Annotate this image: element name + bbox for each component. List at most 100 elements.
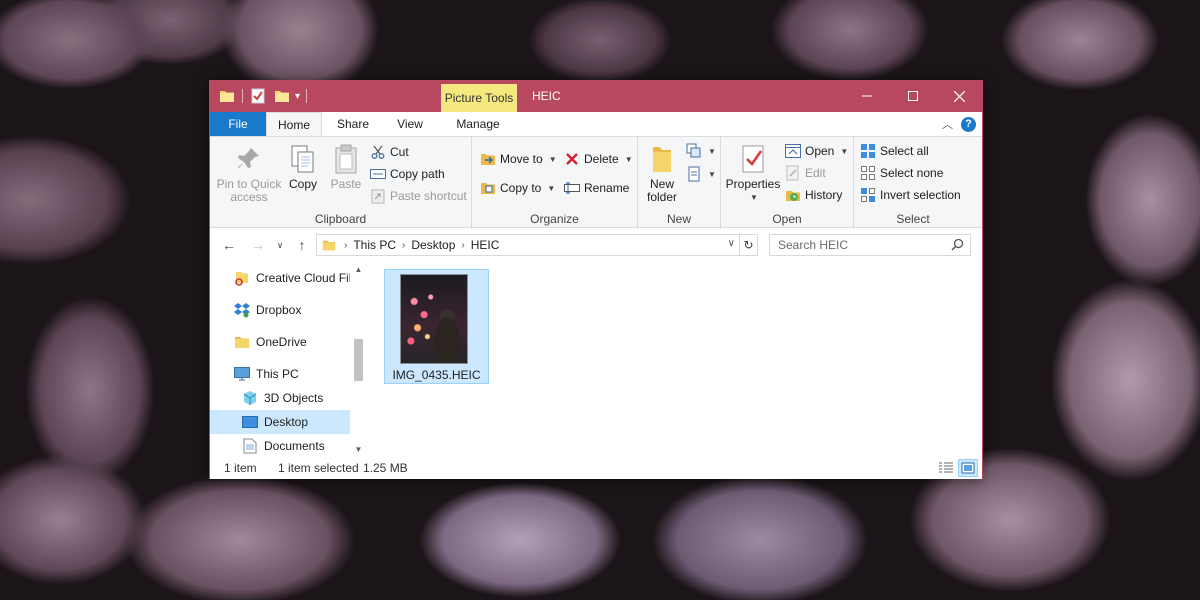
maximize-icon bbox=[908, 91, 918, 101]
delete-button[interactable]: Delete ▼ bbox=[564, 149, 633, 169]
invert-selection-button[interactable]: Invert selection bbox=[860, 185, 961, 205]
nav-item-documents[interactable]: Documents bbox=[210, 434, 350, 458]
chevron-down-icon: ∨ bbox=[276, 239, 284, 250]
back-button[interactable]: ← bbox=[219, 235, 239, 255]
breadcrumb-desktop[interactable]: Desktop bbox=[411, 238, 455, 252]
minimize-button[interactable] bbox=[844, 81, 890, 111]
delete-label: Delete bbox=[584, 152, 619, 166]
toolbar-divider bbox=[242, 89, 243, 103]
nav-item-label: Creative Cloud Fil bbox=[256, 271, 350, 285]
properties-check-icon[interactable] bbox=[249, 87, 267, 105]
tab-file[interactable]: File bbox=[210, 112, 266, 136]
desktop-icon bbox=[242, 414, 258, 430]
breadcrumb-this-pc[interactable]: This PC bbox=[353, 238, 396, 252]
tab-share[interactable]: Share bbox=[322, 112, 384, 136]
scroll-up-icon[interactable]: ▲ bbox=[350, 261, 367, 277]
nav-item-3d-objects[interactable]: 3D Objects bbox=[210, 386, 350, 410]
help-icon[interactable]: ? bbox=[961, 116, 976, 132]
minimize-icon bbox=[862, 95, 872, 97]
nav-item-label: Documents bbox=[264, 439, 325, 453]
pin-to-quick-access-button[interactable]: Pin to Quick access bbox=[216, 143, 282, 204]
up-button[interactable]: ↑ bbox=[292, 235, 312, 255]
collapse-ribbon-icon[interactable]: ︿ bbox=[942, 116, 953, 132]
paste-shortcut-button[interactable]: Paste shortcut bbox=[370, 186, 467, 206]
recent-locations-button[interactable]: ∨ bbox=[270, 235, 290, 255]
open-icon bbox=[785, 143, 801, 159]
new-folder-icon bbox=[646, 143, 678, 175]
edit-button[interactable]: Edit bbox=[785, 163, 826, 183]
close-button[interactable] bbox=[936, 81, 982, 111]
nav-item-this-pc[interactable]: This PC bbox=[210, 362, 350, 386]
copy-label: Copy bbox=[288, 177, 317, 191]
address-bar[interactable]: › This PC › Desktop › HEIC ∨ bbox=[316, 234, 740, 256]
item-count: 1 item bbox=[224, 461, 257, 475]
scroll-down-icon[interactable]: ▼ bbox=[350, 441, 367, 457]
history-label: History bbox=[805, 188, 843, 202]
invert-selection-label: Invert selection bbox=[880, 188, 961, 202]
large-icons-view-icon bbox=[961, 462, 975, 474]
easy-access-button[interactable]: ▼ bbox=[686, 164, 716, 184]
cut-label: Cut bbox=[390, 145, 409, 159]
nav-item-creative-cloud[interactable]: Creative Cloud Fil bbox=[210, 266, 350, 290]
tab-view[interactable]: View bbox=[384, 112, 436, 136]
history-icon bbox=[785, 187, 801, 203]
navigation-scrollbar[interactable]: ▲ ▼ bbox=[350, 261, 367, 457]
new-item-icon bbox=[686, 143, 702, 159]
history-button[interactable]: History bbox=[785, 185, 842, 205]
nav-item-label: OneDrive bbox=[256, 335, 307, 349]
move-to-button[interactable]: Move to ▼ bbox=[480, 149, 557, 169]
new-group-label: New bbox=[666, 212, 691, 226]
properties-icon bbox=[737, 143, 769, 175]
title-bar: ▾ Picture Tools HEIC bbox=[210, 81, 982, 112]
folder-icon bbox=[218, 87, 236, 105]
copy-to-button[interactable]: Copy to ▼ bbox=[480, 178, 555, 198]
rename-button[interactable]: Rename bbox=[564, 178, 629, 198]
open-button[interactable]: Open ▼ bbox=[785, 141, 848, 161]
window-controls bbox=[844, 81, 982, 111]
customize-toolbar-icon[interactable]: ▾ bbox=[295, 91, 300, 102]
select-none-button[interactable]: Select none bbox=[860, 163, 943, 183]
nav-item-dropbox[interactable]: Dropbox bbox=[210, 298, 350, 322]
pin-label: Pin to Quick access bbox=[216, 177, 282, 204]
cut-button[interactable]: Cut bbox=[370, 142, 409, 162]
paste-shortcut-icon bbox=[370, 188, 386, 204]
tab-home[interactable]: Home bbox=[266, 112, 322, 137]
dropbox-icon bbox=[234, 302, 250, 318]
new-folder-button[interactable]: New folder bbox=[644, 143, 680, 204]
details-view-button[interactable] bbox=[936, 459, 956, 477]
copy-to-label: Copy to bbox=[500, 181, 542, 195]
navigation-pane: Creative Cloud Fil Dropbox OneDrive This… bbox=[210, 261, 367, 457]
new-folder-icon[interactable] bbox=[273, 87, 291, 105]
ribbon-tabs: File Home Share View Manage ︿ ? bbox=[210, 112, 982, 137]
status-bar: 1 item 1 item selected 1.25 MB bbox=[210, 457, 982, 479]
nav-item-onedrive[interactable]: OneDrive bbox=[210, 330, 350, 354]
easy-access-icon bbox=[686, 166, 702, 182]
tab-manage[interactable]: Manage bbox=[443, 112, 513, 136]
select-all-button[interactable]: Select all bbox=[860, 141, 929, 161]
clipboard-icon bbox=[330, 143, 362, 175]
ribbon: Pin to Quick access Copy Paste Cut Copy … bbox=[210, 136, 982, 229]
new-item-button[interactable]: ▼ bbox=[686, 141, 716, 161]
move-to-label: Move to bbox=[500, 152, 543, 166]
breadcrumb-heic[interactable]: HEIC bbox=[471, 238, 500, 252]
forward-button[interactable]: → bbox=[248, 235, 268, 255]
copy-button[interactable]: Copy bbox=[286, 143, 320, 191]
edit-label: Edit bbox=[805, 166, 826, 180]
chevron-down-icon[interactable]: ∨ bbox=[728, 238, 735, 249]
paste-button[interactable]: Paste bbox=[328, 143, 364, 191]
large-icons-view-button[interactable] bbox=[958, 459, 978, 477]
scrollbar-thumb[interactable] bbox=[354, 339, 363, 381]
properties-button[interactable]: Properties ▼ bbox=[725, 143, 781, 204]
copy-path-button[interactable]: Copy path bbox=[370, 164, 445, 184]
maximize-button[interactable] bbox=[890, 81, 936, 111]
rename-icon bbox=[564, 180, 580, 196]
nav-item-label: Dropbox bbox=[256, 303, 302, 317]
nav-item-desktop[interactable]: Desktop bbox=[210, 410, 350, 434]
clipboard-group-label: Clipboard bbox=[314, 212, 367, 226]
properties-label: Properties bbox=[725, 177, 781, 191]
file-item[interactable]: IMG_0435.HEIC bbox=[384, 269, 489, 384]
refresh-button[interactable]: ↻ bbox=[740, 234, 758, 256]
search-box[interactable]: Search HEIC bbox=[769, 234, 971, 256]
select-none-label: Select none bbox=[880, 166, 944, 180]
refresh-icon: ↻ bbox=[743, 238, 754, 252]
